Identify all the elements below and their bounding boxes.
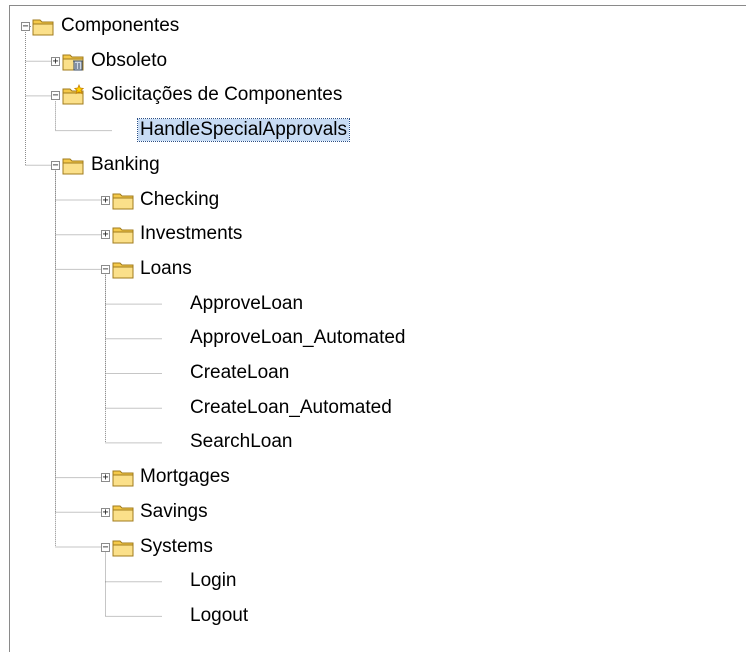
component-tree[interactable]: − Componentes + Obsoleto − Solicitações de… <box>9 5 746 652</box>
tree-node-label[interactable]: Obsoleto <box>89 50 169 72</box>
tree-component-node[interactable]: undefinedApproveLoan_Automated <box>10 323 740 353</box>
collapse-button[interactable]: − <box>101 542 110 552</box>
tree-folder-node[interactable]: − Systems <box>10 532 740 562</box>
tree-node-label[interactable]: ApproveLoan <box>188 293 305 315</box>
tree-folder-node[interactable]: − Componentes <box>10 11 740 41</box>
tree-node-label[interactable]: Checking <box>138 189 221 211</box>
expand-button[interactable]: + <box>51 56 60 66</box>
tree-node-label[interactable]: CreateLoan <box>188 362 291 384</box>
folder-icon <box>112 501 135 523</box>
folder-icon <box>112 536 135 558</box>
tree-node-label[interactable]: Banking <box>89 154 162 176</box>
automated-component-icon: undefined <box>162 397 185 419</box>
folder-new-icon <box>62 84 85 106</box>
folder-icon <box>112 189 135 211</box>
tree-folder-node[interactable]: + Savings <box>10 497 740 527</box>
tree-node-label[interactable]: Componentes <box>59 15 181 37</box>
tree-folder-node[interactable]: − Loans <box>10 254 740 284</box>
folder-icon <box>62 154 85 176</box>
folder-icon <box>112 223 135 245</box>
manual-component-icon: undefined <box>162 362 185 384</box>
expand-button[interactable]: + <box>101 473 110 483</box>
tree-component-node[interactable]: undefinedSearchLoan <box>10 427 740 457</box>
collapse-button[interactable]: − <box>21 22 30 32</box>
manual-component-icon: undefined <box>162 293 185 315</box>
tree-node-label[interactable]: SearchLoan <box>188 431 294 453</box>
tree-node-label[interactable]: Logout <box>188 605 250 627</box>
tree-node-label[interactable]: Loans <box>138 258 194 280</box>
manual-component-icon: undefined <box>162 431 185 453</box>
collapse-button[interactable]: − <box>51 91 60 101</box>
tree-folder-node[interactable]: − Solicitações de Componentes <box>10 80 740 110</box>
tree-node-label[interactable]: ApproveLoan_Automated <box>188 327 408 349</box>
expand-button[interactable]: + <box>101 230 110 240</box>
folder-icon <box>112 258 135 280</box>
folder-icon <box>32 15 55 37</box>
tree-folder-node[interactable]: + Investments <box>10 219 740 249</box>
folder-icon <box>112 466 135 488</box>
tree-folder-node[interactable]: − Banking <box>10 150 740 180</box>
tree-component-node[interactable]: undefinedHandleSpecialApprovals <box>10 115 740 145</box>
tree-node-label[interactable]: Login <box>188 570 239 592</box>
expand-button[interactable]: + <box>101 195 110 205</box>
tree-node-label[interactable]: Mortgages <box>138 466 232 488</box>
collapse-button[interactable]: − <box>101 264 110 274</box>
automated-component-icon: undefined <box>162 327 185 349</box>
tree-node-label[interactable]: Solicitações de Componentes <box>89 84 344 106</box>
tree-component-node[interactable]: undefinedCreateLoan <box>10 358 740 388</box>
tree-component-node[interactable]: undefinedLogout <box>10 601 740 631</box>
component-request-icon: undefined <box>112 119 135 141</box>
manual-component-icon: undefined <box>162 570 185 592</box>
tree-node-label[interactable]: Investments <box>138 223 244 245</box>
tree-component-node[interactable]: undefinedLogin <box>10 566 740 596</box>
tree-folder-node[interactable]: + Mortgages <box>10 462 740 492</box>
tree-component-node[interactable]: undefinedApproveLoan <box>10 289 740 319</box>
manual-component-icon: undefined <box>162 605 185 627</box>
tree-component-node[interactable]: undefinedCreateLoan_Automated <box>10 393 740 423</box>
tree-folder-node[interactable]: + Checking <box>10 185 740 215</box>
tree-node-label[interactable]: CreateLoan_Automated <box>188 397 394 419</box>
tree-node-label[interactable]: Systems <box>138 536 215 558</box>
tree-node-label[interactable]: HandleSpecialApprovals <box>136 118 351 143</box>
tree-node-label[interactable]: Savings <box>138 501 210 523</box>
folder-trash-icon <box>62 50 85 72</box>
collapse-button[interactable]: − <box>51 160 60 170</box>
tree-folder-node[interactable]: + Obsoleto <box>10 46 740 76</box>
expand-button[interactable]: + <box>101 507 110 517</box>
